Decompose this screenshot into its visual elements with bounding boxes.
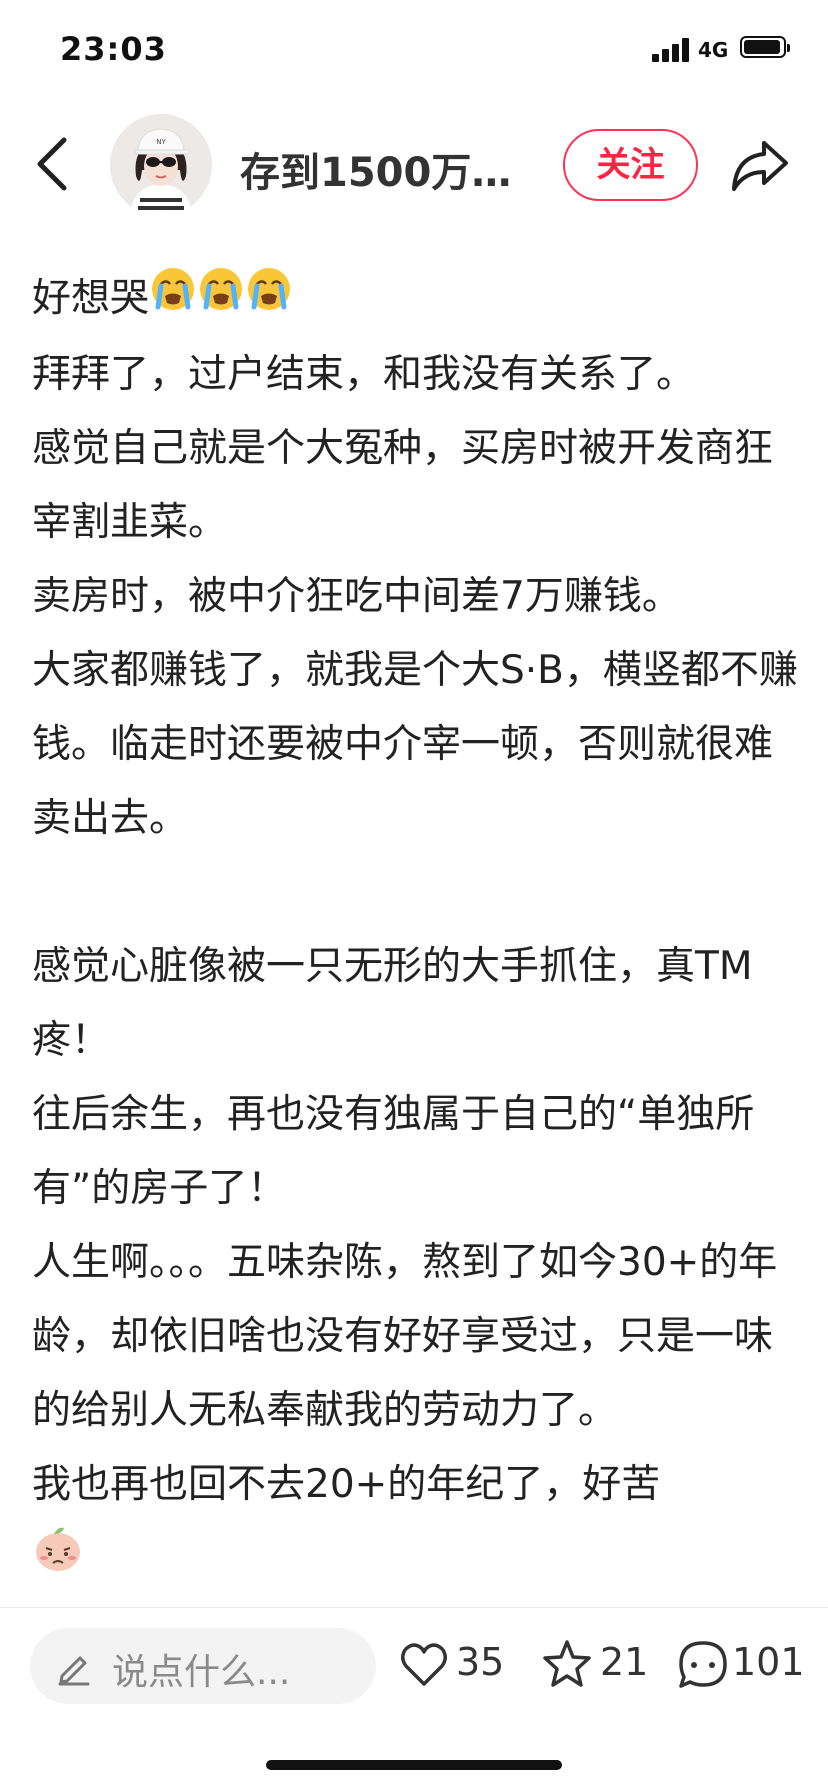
post-paragraph: 往后余生，再也没有独属于自己的“单独所有”的房子了！: [32, 1091, 755, 1211]
favorite-button[interactable]: 21: [540, 1630, 650, 1700]
post-paragraph: 我也再也回不去20+的年纪了，好苦: [32, 1461, 661, 1507]
post-text: 好想哭: [32, 276, 150, 321]
loudly-crying-face-icon: [197, 264, 245, 338]
loudly-crying-face-icon: [149, 264, 197, 338]
author-name[interactable]: 存到1500万…: [240, 140, 511, 198]
comment-placeholder: 说点什么...: [112, 1652, 291, 1693]
battery-icon: [740, 36, 790, 58]
post-paragraph: 大家都赚钱了，就我是个大S·B，横竖都不赚钱。临走时还要被中介宰一顿，否则就很难…: [32, 647, 798, 841]
post-paragraph: 感觉自己就是个大冤种，买房时被开发商狂宰割韭菜。: [32, 425, 774, 545]
avatar-image: NY: [110, 114, 212, 216]
loudly-crying-face-icon: [245, 264, 293, 338]
post-header: NY 存到1500万… 关注: [0, 110, 828, 222]
pencil-icon: [58, 1656, 90, 1686]
comment-button[interactable]: 101: [676, 1630, 806, 1700]
sad-peach-face-icon: [32, 1523, 84, 1597]
post-paragraph: 感觉心脏像被一只无形的大手抓住，真TM疼！: [32, 943, 753, 1063]
follow-button[interactable]: 关注: [563, 129, 698, 201]
post-paragraph: 好想哭: [32, 262, 802, 338]
post-content: 好想哭 拜拜了，过户结束，和我没有关系了。 感觉自己就是个大冤种，买房时被开发商…: [32, 262, 802, 1597]
home-indicator: [266, 1760, 562, 1770]
star-icon: [543, 1640, 591, 1687]
share-button[interactable]: [728, 135, 792, 195]
svg-text:NY: NY: [156, 138, 166, 146]
post-paragraph: 卖房时，被中介狂吃中间差7万赚钱。: [32, 573, 681, 619]
heart-icon: [401, 1643, 447, 1686]
post-paragraph: 人生啊。。。五味杂陈，熬到了如今30+的年龄，却依旧啥也没有好好享受过，只是一味…: [32, 1239, 778, 1433]
share-icon: [732, 141, 788, 191]
favorite-count: 21: [600, 1640, 649, 1684]
network-type: 4G: [698, 38, 729, 62]
post-paragraph: 拜拜了，过户结束，和我没有关系了。: [32, 351, 696, 397]
author-avatar[interactable]: NY: [110, 114, 212, 216]
status-time: 23:03: [60, 30, 167, 68]
signal-icon: [652, 36, 692, 62]
like-count: 35: [456, 1640, 505, 1684]
comment-bubble-icon: [679, 1641, 727, 1688]
like-button[interactable]: 35: [398, 1630, 508, 1700]
post-paragraph-emoji: [32, 1522, 802, 1598]
comment-input[interactable]: 说点什么...: [30, 1628, 376, 1704]
back-button[interactable]: [30, 132, 80, 196]
chevron-left-icon: [37, 137, 67, 191]
comment-count: 101: [732, 1640, 805, 1684]
status-bar: 23:03 4G: [0, 0, 828, 100]
post-paragraph-blank: [32, 856, 802, 930]
